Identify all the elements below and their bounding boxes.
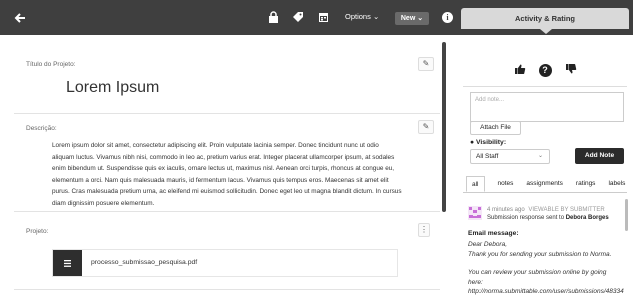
title-section-label: Título do Projeto:	[26, 61, 76, 68]
email-line: You can review your submission online by…	[468, 269, 607, 286]
visibility-label: ● Visibility:	[470, 139, 506, 146]
add-note-button[interactable]: Add Note	[575, 148, 624, 164]
file-name: processo_submissao_pesquisa.pdf	[91, 259, 198, 266]
file-menu-button[interactable]: ⋮	[418, 223, 430, 237]
top-toolbar: Options ⌄ New ⌄ i Activity & Rating	[0, 0, 633, 35]
rating-controls: ?	[461, 61, 629, 79]
main-scrollbar[interactable]	[442, 42, 446, 212]
tab-assignments[interactable]: assignments	[526, 176, 563, 192]
edit-icon: ✎	[422, 122, 430, 131]
tabs-underline	[463, 192, 627, 193]
activity-time: 4 minutes ago	[487, 207, 525, 213]
email-link[interactable]: http://norma.submittable.com/user/submis…	[468, 287, 624, 297]
edit-title-button[interactable]: ✎	[418, 57, 434, 71]
lock-icon[interactable]	[266, 10, 280, 24]
back-arrow-icon[interactable]	[14, 12, 28, 24]
activity-scrollbar[interactable]	[625, 199, 628, 231]
description-text: Lorem ipsum dolor sit amet, consectetur …	[52, 142, 402, 207]
tab-labels[interactable]: labels	[608, 176, 625, 192]
chevron-down-icon: ⌄	[372, 12, 380, 21]
question-icon[interactable]: ?	[538, 63, 552, 77]
project-section-label: Projeto:	[26, 228, 49, 235]
section-divider	[14, 113, 440, 114]
tab-ratings[interactable]: ratings	[576, 176, 596, 192]
attached-file[interactable]: processo_submissao_pesquisa.pdf	[52, 249, 398, 277]
visibility-value: All Staff	[476, 153, 499, 160]
email-greeting: Dear Debora,	[468, 241, 508, 248]
activity-description: Submission response sent to Debora Borge…	[487, 215, 609, 221]
tab-activity-rating[interactable]: Activity & Rating	[461, 8, 629, 29]
new-dropdown-button[interactable]: New ⌄	[395, 12, 429, 25]
options-label: Options	[345, 12, 371, 21]
visibility-label-text: Visibility:	[476, 139, 507, 146]
tab-all[interactable]: all	[466, 176, 485, 192]
document-icon	[53, 250, 82, 276]
attach-file-button[interactable]: Attach File	[470, 121, 521, 135]
panel-divider	[463, 86, 627, 87]
visibility-badge: VIEWABLE BY SUBMITTER	[528, 207, 605, 213]
activity-panel: ? Add note... Attach File ● Visibility: …	[461, 35, 629, 299]
activity-recipient: Debora Borges	[565, 215, 609, 221]
description-section-label: Descrição:	[26, 125, 57, 132]
email-message-label: Email message:	[468, 230, 519, 237]
tab-notes[interactable]: notes	[498, 176, 514, 192]
avatar	[468, 206, 482, 220]
options-dropdown[interactable]: Options ⌄	[345, 12, 379, 22]
thumbs-down-icon[interactable]	[564, 63, 578, 77]
edit-icon: ✎	[422, 59, 430, 68]
chevron-down-icon: ⌄	[537, 153, 543, 159]
info-icon[interactable]: i	[442, 12, 453, 23]
chevron-down-icon: ⌄	[417, 15, 424, 22]
email-message-body: Dear Debora, Thank you for sending your …	[468, 240, 624, 297]
thumbs-up-icon[interactable]	[513, 63, 527, 77]
calendar-icon[interactable]	[316, 10, 330, 24]
activity-action: Submission response sent to	[487, 215, 565, 221]
activity-filter-tabs: all notes assignments ratings labels	[466, 176, 629, 192]
visibility-select[interactable]: All Staff ⌄	[470, 149, 550, 164]
email-line: Thank you for sending your submission to…	[468, 250, 612, 258]
section-divider	[14, 211, 440, 212]
vertical-dots-icon: ⋮	[420, 225, 428, 234]
activity-meta: 4 minutes ago VIEWABLE BY SUBMITTER	[487, 207, 605, 213]
project-title: Lorem Ipsum	[66, 79, 160, 96]
tab-pointer-arrow	[540, 29, 552, 34]
add-note-textarea[interactable]: Add note...	[470, 92, 624, 122]
section-divider	[14, 289, 440, 290]
submission-details: Título do Projeto: ✎ Lorem Ipsum Descriç…	[14, 35, 440, 299]
info-circle-icon: ●	[470, 139, 475, 146]
edit-description-button[interactable]: ✎	[418, 120, 434, 134]
new-label: New	[400, 15, 416, 22]
tag-icon[interactable]	[291, 10, 305, 24]
